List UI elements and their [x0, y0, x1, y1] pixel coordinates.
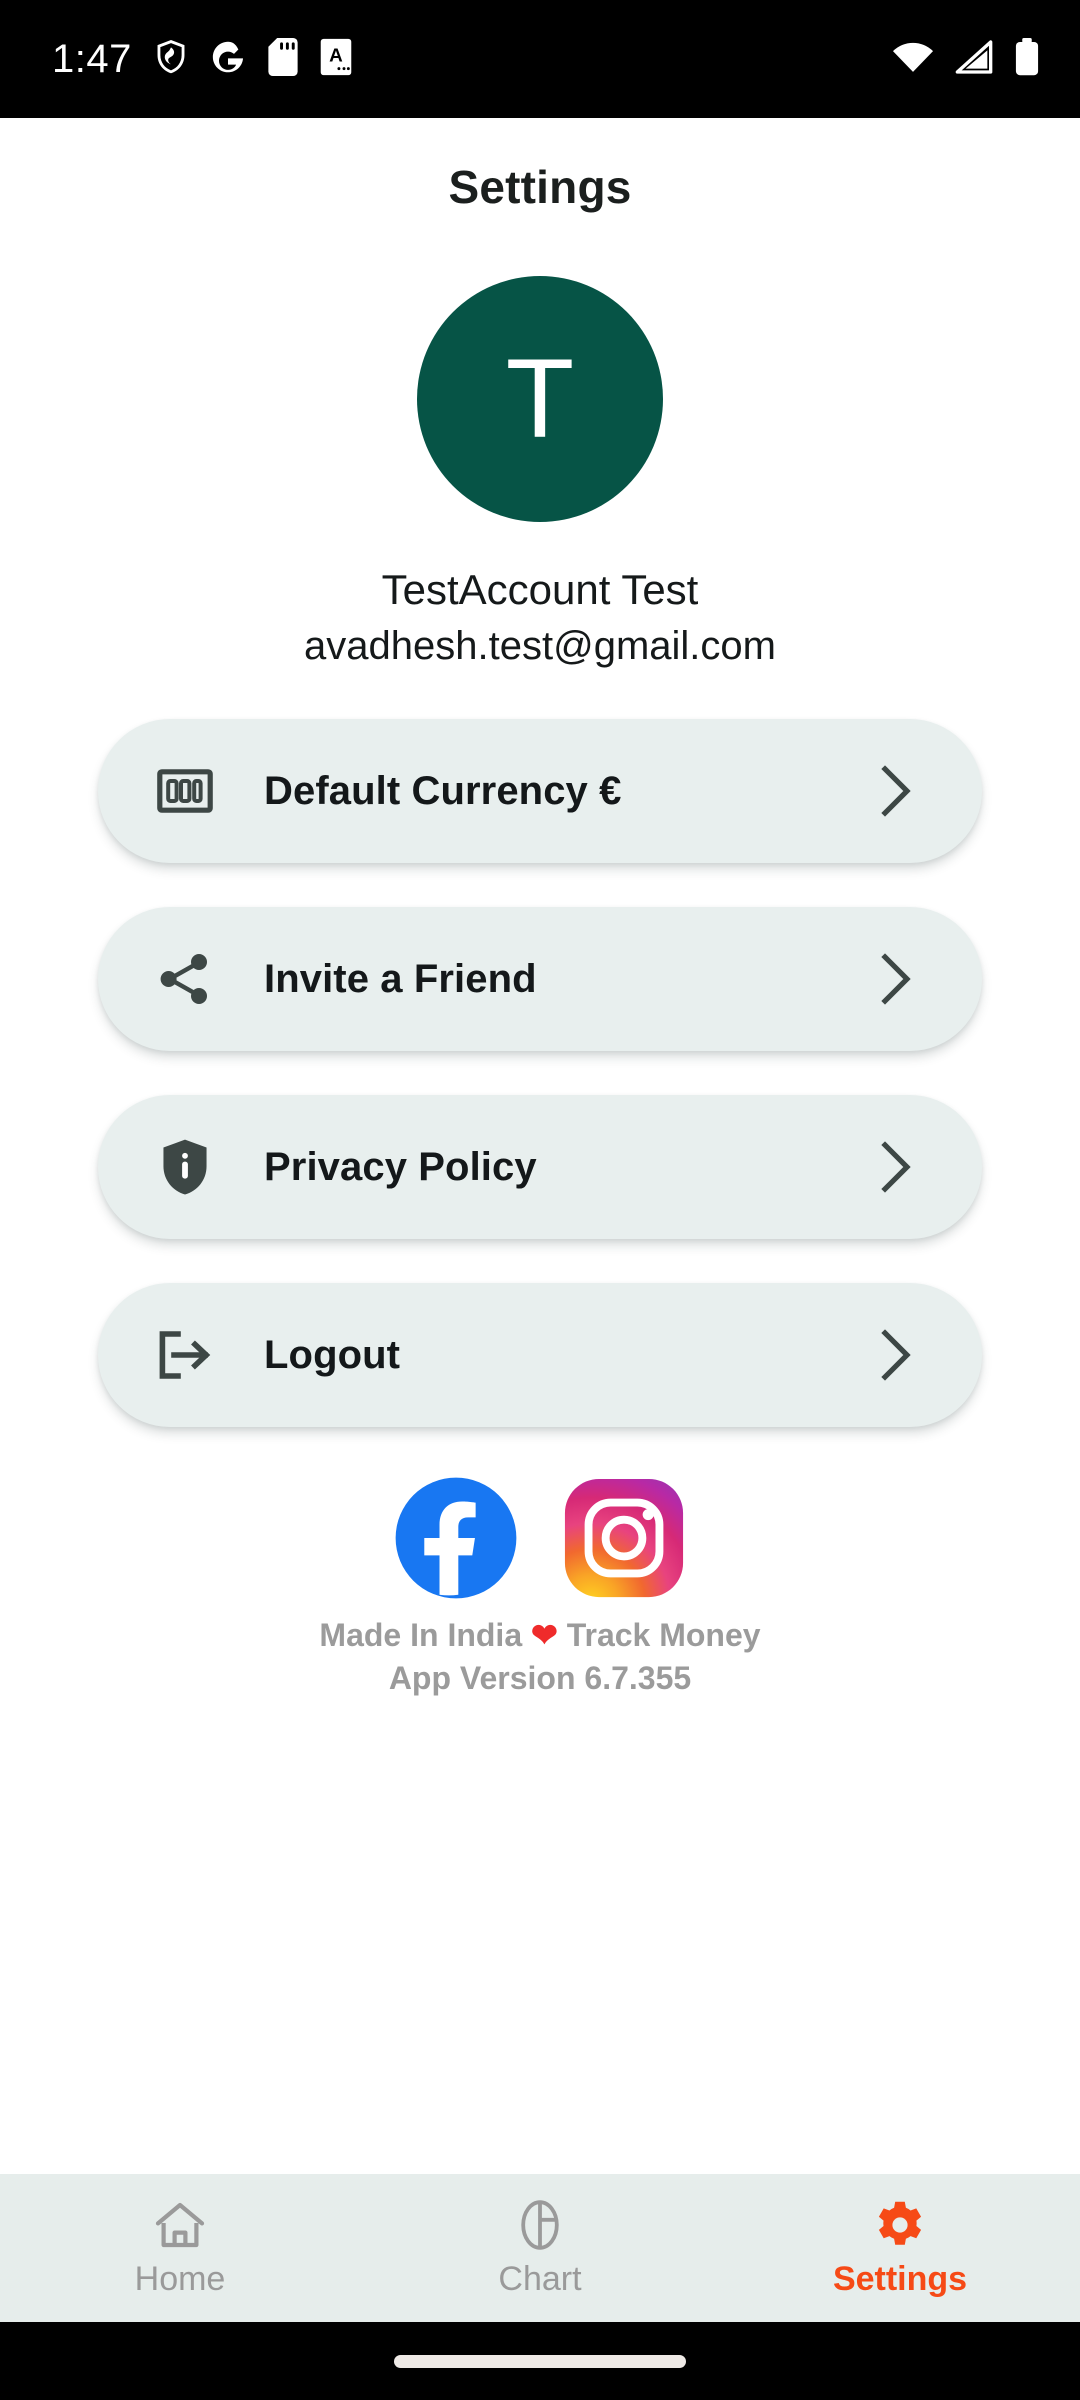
chevron-right-icon	[872, 1141, 918, 1193]
menu-item-default-currency[interactable]: Default Currency €	[98, 719, 982, 863]
nav-item-label: Home	[134, 2259, 226, 2298]
status-bar-clock: 1:47	[52, 36, 132, 81]
nav-item-label: Settings	[832, 2259, 968, 2298]
menu-item-logout[interactable]: Logout	[98, 1283, 982, 1427]
menu-item-invite-a-friend[interactable]: Invite a Friend	[98, 907, 982, 1051]
heart-icon: ❤	[531, 1617, 558, 1653]
shield-icon	[154, 38, 188, 81]
gear-icon	[873, 2198, 927, 2252]
facebook-icon[interactable]	[393, 1475, 519, 1601]
made-in-india-text: Made In India ❤ Track Money	[0, 1615, 1080, 1656]
instagram-icon[interactable]	[561, 1475, 687, 1601]
status-bar-left: 1:47 A	[52, 37, 352, 82]
document-a-icon: A	[320, 38, 352, 81]
nav-item-settings[interactable]: Settings	[720, 2198, 1080, 2299]
social-links	[0, 1475, 1080, 1601]
app-screen: 1:47 A Settings T TestAccount Test avadh…	[0, 0, 1080, 2400]
nav-item-chart[interactable]: Chart	[360, 2198, 720, 2299]
pie-chart-icon	[513, 2198, 567, 2252]
app-version-text: App Version 6.7.355	[388, 1659, 692, 1696]
home-indicator-pill[interactable]	[394, 2354, 686, 2368]
google-g-icon	[210, 39, 246, 80]
chevron-right-icon	[872, 1329, 918, 1381]
avatar-initial: T	[505, 336, 575, 461]
avatar[interactable]: T	[417, 276, 663, 522]
profile-email: avadhesh.test@gmail.com	[304, 624, 776, 668]
money-banknote-icon	[154, 760, 216, 822]
chevron-right-icon	[872, 953, 918, 1005]
menu-item-label: Invite a Friend	[264, 956, 537, 1001]
shield-info-icon	[154, 1136, 216, 1198]
cellular-signal-icon	[954, 39, 994, 79]
nav-item-home[interactable]: Home	[0, 2198, 360, 2299]
share-icon	[154, 948, 216, 1010]
status-bar: 1:47 A	[0, 0, 1080, 118]
svg-text:A: A	[329, 45, 343, 66]
status-bar-right	[892, 37, 1040, 81]
sd-card-icon	[268, 37, 298, 81]
home-icon	[153, 2198, 207, 2252]
menu-item-label: Default Currency €	[264, 768, 622, 813]
nav-item-label: Chart	[498, 2259, 582, 2298]
page-title: Settings	[448, 161, 632, 213]
wifi-icon	[892, 40, 934, 79]
menu-item-privacy-policy[interactable]: Privacy Policy	[98, 1095, 982, 1239]
battery-icon	[1014, 37, 1040, 81]
logout-exit-icon	[154, 1324, 216, 1386]
menu-item-label: Logout	[264, 1332, 401, 1377]
settings-page: Settings T TestAccount Test avadhesh.tes…	[0, 118, 1080, 2322]
settings-menu-list: Default Currency € Invite a Friend Priva…	[0, 719, 1080, 1427]
made-in-suffix: Track Money	[557, 1617, 761, 1653]
menu-item-label: Privacy Policy	[264, 1144, 537, 1189]
made-in-prefix: Made In India	[319, 1617, 531, 1653]
bottom-navigation-bar: Home Chart Settings	[0, 2174, 1080, 2322]
gesture-navigation-bar	[0, 2322, 1080, 2400]
profile-name: TestAccount Test	[381, 566, 699, 613]
avatar-container: T	[0, 276, 1080, 522]
chevron-right-icon	[872, 765, 918, 817]
